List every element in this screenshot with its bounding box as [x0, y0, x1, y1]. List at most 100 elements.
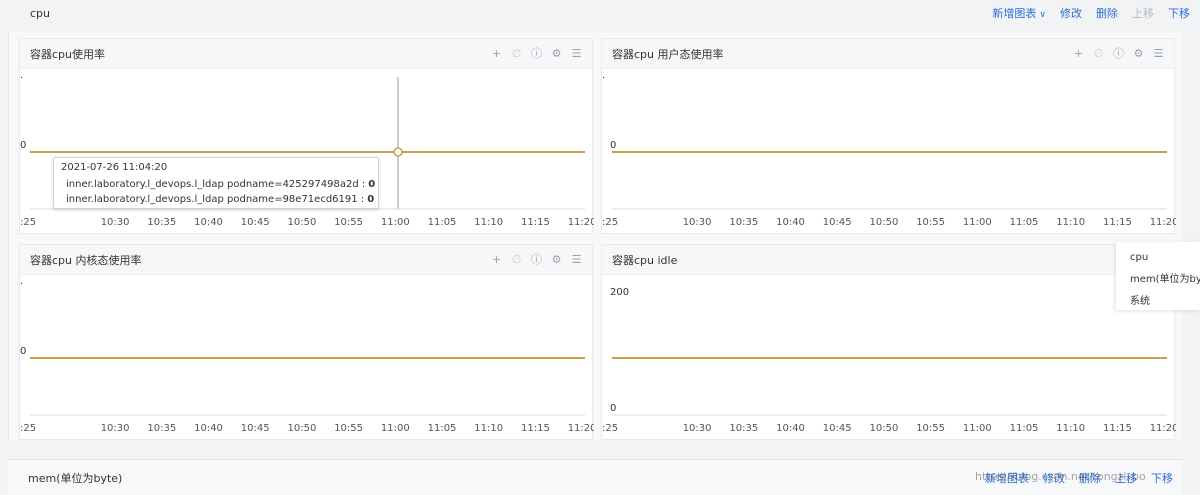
chart-tooltip: 2021-07-26 11:04:20 inner.laboratory.l_d… [53, 157, 379, 209]
plus-icon[interactable]: + [491, 254, 502, 265]
x-tick-label: 11:00 [381, 423, 410, 434]
link-icon[interactable]: ∅ [511, 48, 522, 59]
panel-title: 容器cpu 内核态使用率 [30, 253, 142, 267]
x-tick-label: 10:40 [776, 217, 805, 228]
x-tick-label: 11:05 [428, 217, 457, 228]
menu-item-mem[interactable]: mem(单位为byte) [1130, 269, 1200, 291]
plus-icon[interactable]: + [491, 48, 502, 59]
chart-panel-cpu-idle: 容器cpu idle + ∅ 200 0 :25 10:30 10:35 10:40 1… [601, 244, 1176, 441]
link-icon[interactable]: ∅ [1093, 48, 1104, 59]
gear-icon[interactable]: ⚙ [551, 254, 562, 265]
x-tick-labels: :25 10:30 10:35 10:40 10:45 10:50 10:55 11:00 11… [602, 423, 1176, 434]
panel-title: 容器cpu idle [612, 253, 678, 267]
y-axis-label: 0 [20, 346, 26, 357]
x-tick-label: 10:30 [683, 217, 712, 228]
section-header: cpu 新增图表 ∨ 修改 删除 上移 下移 [0, 0, 1200, 26]
hover-point [393, 147, 403, 157]
x-tick-label: 11:20 [568, 423, 594, 434]
tooltip-series-label: inner.laboratory.l_devops.l_ldap podname… [66, 179, 359, 190]
move-down-button[interactable]: 下移 [1168, 5, 1190, 21]
chart-grid: 容器cpu使用率 + ∅ ⓘ ⚙ ☰ · 0 :25 10:30 10:35 10:4… [8, 32, 1183, 440]
tooltip-time: 2021-07-26 11:04:20 [61, 162, 168, 173]
x-tick-label: 11:10 [1056, 217, 1085, 228]
panel-title: 容器cpu使用率 [30, 47, 106, 61]
x-tick-label: 11:10 [474, 217, 503, 228]
x-tick-label: 10:45 [823, 423, 852, 434]
list-icon[interactable]: ☰ [571, 48, 582, 59]
tooltip-sep: : [358, 179, 366, 190]
x-tick-label: :25 [20, 217, 36, 228]
x-tick-label: 10:55 [916, 217, 945, 228]
move-up-button[interactable]: 上移 [1132, 5, 1154, 21]
panel-tools: + ∅ ⓘ ⚙ ☰ [491, 48, 582, 59]
x-tick-label: 11:10 [474, 423, 503, 434]
gear-icon[interactable]: ⚙ [551, 48, 562, 59]
x-tick-label: 10:50 [288, 217, 317, 228]
x-tick-label: :25 [602, 423, 618, 434]
x-tick-label: 10:35 [729, 423, 758, 434]
panel-title: 容器cpu 用户态使用率 [612, 47, 724, 61]
panel-header: 容器cpu 内核态使用率 + ∅ ⓘ ⚙ ☰ [20, 245, 592, 275]
x-tick-labels: :25 10:30 10:35 10:40 10:45 10:50 10:55 11:00 11… [20, 217, 594, 228]
x-tick-label: 10:35 [729, 217, 758, 228]
move-down-button[interactable]: 下移 [1151, 470, 1173, 486]
tooltip-row: inner.laboratory.l_devops.l_ldap podname… [61, 177, 375, 192]
tooltip-series-value: 0 [367, 194, 375, 205]
x-tick-label: 11:15 [521, 217, 550, 228]
delete-button[interactable]: 删除 [1096, 5, 1118, 21]
x-tick-label: 10:40 [194, 217, 223, 228]
panel-tools: + ∅ ⓘ ⚙ ☰ [1073, 48, 1164, 59]
x-tick-label: 10:45 [241, 423, 270, 434]
panel-header: 容器cpu idle + ∅ [602, 245, 1174, 275]
chart-plot[interactable]: 200 0 :25 10:30 10:35 10:40 10:45 10:50 10:55 1… [602, 275, 1176, 441]
x-tick-label: 11:00 [381, 217, 410, 228]
edit-button[interactable]: 修改 [1060, 5, 1082, 21]
chart-panel-cpu-user: 容器cpu 用户态使用率 + ∅ ⓘ ⚙ ☰ · 0 :25 10:30 10:35… [601, 38, 1176, 235]
x-tick-label: 10:35 [147, 423, 176, 434]
info-icon[interactable]: ⓘ [1113, 48, 1124, 59]
section-actions: 新增图表 ∨ 修改 删除 上移 下移 [992, 5, 1190, 21]
y-tick-label: · [20, 73, 23, 84]
chart-plot[interactable]: · 0 :25 10:30 10:35 10:40 10:45 10:50 10:55 11:… [20, 69, 594, 235]
info-icon[interactable]: ⓘ [531, 48, 542, 59]
x-tick-label: 11:15 [521, 423, 550, 434]
chart-panel-cpu-kernel: 容器cpu 内核态使用率 + ∅ ⓘ ⚙ ☰ · 0 :25 10:30 10:35… [19, 244, 594, 441]
menu-item-system[interactable]: 系统 [1130, 291, 1200, 310]
tooltip-sep: : [357, 194, 365, 205]
y-tick-label: · [20, 279, 23, 290]
chart-plot[interactable]: · 0 :25 10:30 10:35 10:40 10:45 10:50 10:55 11:… [602, 69, 1176, 235]
watermark: https://blog.csdn.net/tongzi_bo [975, 470, 1146, 483]
gear-icon[interactable]: ⚙ [1133, 48, 1144, 59]
chart-plot[interactable]: · 0 :25 10:30 10:35 10:40 10:45 10:50 10:55 11:… [20, 275, 594, 441]
y-axis-label: 0 [20, 140, 26, 151]
x-tick-label: 11:05 [428, 423, 457, 434]
panel-header: 容器cpu使用率 + ∅ ⓘ ⚙ ☰ [20, 39, 592, 69]
x-tick-label: 10:45 [241, 217, 270, 228]
x-tick-label: :25 [20, 423, 36, 434]
x-tick-label: 11:20 [568, 217, 594, 228]
x-tick-labels: :25 10:30 10:35 10:40 10:45 10:50 10:55 11:00 11… [602, 217, 1176, 228]
info-icon[interactable]: ⓘ [531, 254, 542, 265]
chevron-down-icon: ∨ [1039, 10, 1046, 20]
x-tick-label: 10:30 [101, 217, 130, 228]
new-chart-button[interactable]: 新增图表 ∨ [992, 5, 1046, 21]
x-tick-label: 11:10 [1056, 423, 1085, 434]
y-axis-label: 0 [610, 403, 616, 414]
tooltip-series-label: inner.laboratory.l_devops.l_ldap podname… [66, 194, 358, 205]
plus-icon[interactable]: + [1073, 48, 1084, 59]
x-tick-label: 10:50 [870, 217, 899, 228]
x-tick-label: 10:45 [823, 217, 852, 228]
menu-item-cpu[interactable]: cpu [1130, 247, 1200, 269]
x-tick-label: 11:05 [1010, 217, 1039, 228]
y-axis-label: 0 [610, 140, 616, 151]
panel-header: 容器cpu 用户态使用率 + ∅ ⓘ ⚙ ☰ [602, 39, 1174, 69]
tooltip-row: inner.laboratory.l_devops.l_ldap podname… [61, 192, 375, 207]
list-icon[interactable]: ☰ [571, 254, 582, 265]
link-icon[interactable]: ∅ [511, 254, 522, 265]
section-title: mem(单位为byte) [28, 471, 123, 485]
x-tick-labels: :25 10:30 10:35 10:40 10:45 10:50 10:55 11:00 11… [20, 423, 594, 434]
x-tick-label: 11:00 [963, 423, 992, 434]
list-icon[interactable]: ☰ [1153, 48, 1164, 59]
x-tick-label: 10:50 [870, 423, 899, 434]
x-tick-label: 10:40 [194, 423, 223, 434]
